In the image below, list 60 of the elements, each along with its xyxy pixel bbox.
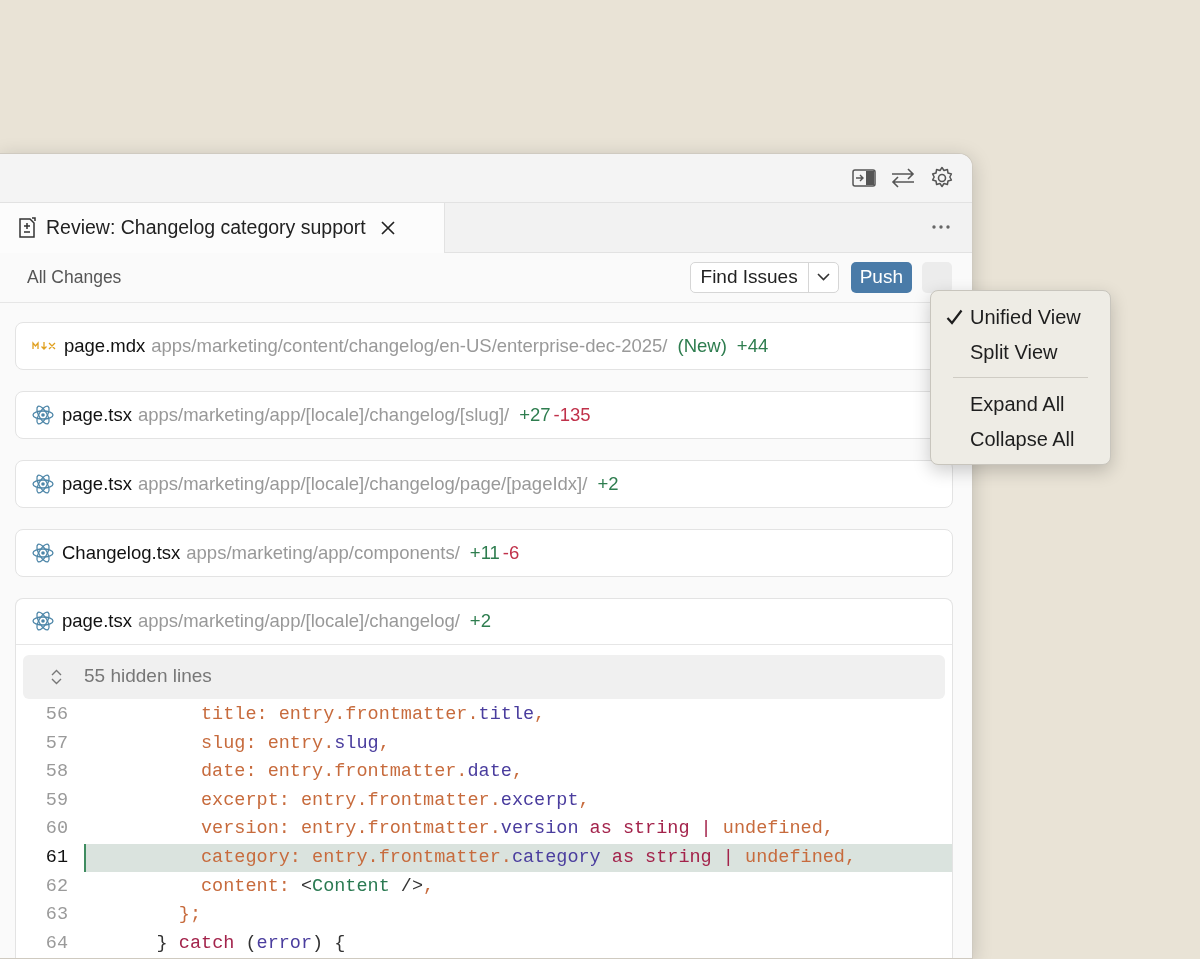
atom-icon — [32, 472, 54, 495]
file-header[interactable]: Changelog.tsx apps/marketing/app/components/ +11 -6 — [16, 529, 952, 576]
additions-count: +27 — [519, 402, 551, 427]
additions-count: +44 — [736, 333, 769, 358]
deletions-count: -135 — [553, 402, 591, 427]
review-tab[interactable]: Review: Changelog category support — [0, 202, 445, 253]
diff-document-icon — [18, 216, 38, 239]
file-header[interactable]: page.tsx apps/marketing/app/[locale]/changelog/page/[pageIdx]/ +2 — [16, 460, 952, 507]
atom-icon — [32, 541, 54, 564]
line-number: 63 — [44, 903, 68, 928]
line-number: 58 — [44, 760, 68, 785]
line-number: 64 — [44, 931, 68, 956]
close-icon[interactable] — [379, 219, 396, 236]
file-name: page.tsx — [62, 609, 132, 634]
checkmark-icon — [946, 308, 963, 325]
all-changes-label: All Changes — [27, 266, 122, 290]
code-line: } catch (error) { — [155, 931, 347, 956]
file-header[interactable]: page.tsx apps/marketing/app/[locale]/changelog/[slug]/ +27 -135 — [16, 391, 952, 438]
settings-icon[interactable] — [930, 165, 954, 190]
panel-toggle-icon[interactable] — [852, 167, 876, 188]
code-line: content: <Content />, — [200, 874, 436, 899]
swap-arrows-icon[interactable] — [890, 166, 916, 189]
line-number: 56 — [44, 703, 68, 728]
file-status: (New) — [677, 333, 727, 358]
expand-icon — [51, 668, 62, 685]
file-path: apps/marketing/app/[locale]/changelog/page/[pageIdx]/ — [137, 471, 588, 496]
more-icon[interactable] — [932, 224, 950, 231]
code-line: version: entry.frontmatter.version as string | undefined, — [200, 817, 835, 842]
line-number: 61 — [44, 846, 68, 871]
hidden-lines-bar[interactable]: 55 hidden lines — [23, 654, 945, 699]
line-number: 62 — [44, 874, 68, 899]
line-number: 59 — [44, 788, 68, 813]
deletions-count: -6 — [502, 540, 520, 565]
chevron-down-icon — [816, 273, 830, 282]
file-path: apps/marketing/app/[locale]/changelog/ — [137, 609, 460, 634]
line-number: 60 — [44, 817, 68, 842]
tab-title: Review: Changelog category support — [46, 215, 366, 241]
push-button[interactable]: Push — [850, 261, 912, 293]
code-line: slug: entry.slug, — [200, 731, 391, 756]
file-header[interactable]: page.mdx apps/marketing/content/changelog/en-US/enterprise-dec-2025/ (New) +44 — [16, 322, 952, 369]
file-path: apps/marketing/app/components/ — [186, 540, 460, 565]
file-header[interactable]: page.tsx apps/marketing/app/[locale]/changelog/ +2 — [16, 598, 952, 645]
additions-count: +11 — [469, 540, 500, 565]
additions-count: +2 — [469, 609, 491, 634]
code-line: title: entry.frontmatter.title, — [200, 703, 547, 728]
file-path: apps/marketing/app/[locale]/changelog/[slug]/ — [137, 402, 510, 427]
additions-count: +2 — [597, 471, 619, 496]
file-name: page.tsx — [62, 402, 132, 427]
atom-icon — [32, 403, 54, 426]
file-name: page.mdx — [64, 333, 146, 358]
file-type-icon — [32, 340, 56, 351]
code-line: excerpt: entry.frontmatter.excerpt, — [200, 788, 591, 813]
code-line: date: entry.frontmatter.date, — [200, 760, 524, 785]
file-path: apps/marketing/content/changelog/en-US/enterprise-dec-2025/ — [151, 333, 668, 358]
hidden-lines-label: 55 hidden lines — [84, 664, 212, 689]
code-line: }; — [177, 903, 203, 928]
atom-icon — [32, 610, 54, 633]
file-name: page.tsx — [62, 471, 132, 496]
file-name: Changelog.tsx — [62, 540, 181, 565]
line-number: 57 — [44, 731, 68, 756]
